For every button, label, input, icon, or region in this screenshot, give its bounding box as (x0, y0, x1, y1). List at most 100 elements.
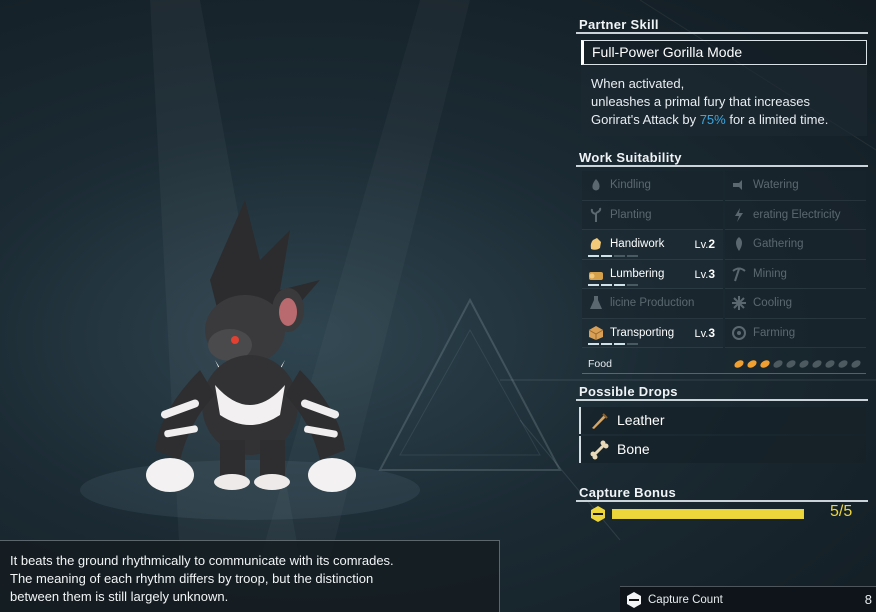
work-cell-planting[interactable]: Planting (582, 200, 723, 230)
skill-desc-line-3: Gorirat's Attack by 75% for a limited ti… (591, 111, 867, 129)
capture-bonus-heading: Capture Bonus (576, 484, 868, 502)
hand-icon (588, 236, 604, 252)
work-cell-mining[interactable]: Mining (725, 259, 866, 289)
capture-count-row: Capture Count 8 (620, 586, 876, 612)
level-pip (627, 343, 638, 345)
work-level: Lv.3 (694, 326, 715, 340)
capture-count-icon (627, 592, 641, 608)
food-filled-icon (746, 357, 758, 369)
work-level: Lv.3 (694, 267, 715, 281)
farm-icon (731, 325, 747, 341)
work-suitability-grid: Kindling Watering Planting erating Electric… (582, 171, 866, 348)
work-cell-gathering[interactable]: Gathering (725, 230, 866, 260)
work-cell-watering[interactable]: Watering (725, 171, 866, 201)
capture-bonus-fill (613, 510, 803, 518)
description-line-3: between them is still largely unknown. (10, 589, 229, 604)
work-label: Handiwork (610, 238, 665, 251)
leather-icon (592, 413, 608, 429)
work-label: licine Production (610, 297, 695, 310)
work-cell-cooling[interactable]: Cooling (725, 289, 866, 319)
capture-count-value: 8 (864, 592, 872, 607)
level-prefix: Lv. (694, 268, 709, 281)
level-number: 3 (708, 325, 715, 340)
level-pip (601, 254, 612, 257)
work-label: Cooling (753, 297, 792, 310)
work-cell-transporting[interactable]: Transporting Lv.3 (582, 318, 723, 348)
leaf-icon (731, 236, 747, 252)
partner-skill-name: Full-Power Gorilla Mode (581, 40, 867, 65)
work-level-bar (588, 284, 638, 286)
work-suitability-heading: Work Suitability (576, 149, 868, 167)
food-filled-icon (733, 357, 745, 369)
description-line-2: The meaning of each rhythm differs by tr… (10, 571, 374, 586)
food-empty-icon (850, 357, 862, 369)
work-cell-handiwork[interactable]: Handiwork Lv.2 (582, 230, 723, 260)
log-icon (588, 266, 604, 282)
sprout-icon (588, 207, 604, 223)
work-level-bar (588, 343, 638, 345)
level-pip (588, 284, 599, 286)
level-pip (614, 254, 625, 257)
work-cell-farming[interactable]: Farming (725, 318, 866, 348)
capture-bonus-bar (612, 509, 804, 519)
food-empty-icon (798, 357, 810, 369)
partner-skill-heading: Partner Skill (576, 16, 868, 34)
skill-desc-line-3a: Gorirat's Attack by (591, 112, 700, 127)
level-pip (601, 343, 612, 345)
level-prefix: Lv. (694, 239, 709, 252)
description-line-1: It beats the ground rhythmically to comm… (10, 553, 394, 568)
water-icon (731, 177, 747, 193)
level-pip (601, 284, 612, 286)
work-level: Lv.2 (694, 237, 715, 251)
food-row: Food (582, 354, 866, 374)
level-number: 2 (708, 237, 715, 252)
work-cell-erating-electricity[interactable]: erating Electricity (725, 200, 866, 230)
bone-icon (590, 440, 609, 460)
food-empty-icon (837, 357, 849, 369)
skill-desc-line-3b: for a limited time. (725, 112, 829, 127)
gorirat-creature-image (146, 200, 356, 492)
drop-item-leather[interactable]: Leather (579, 407, 866, 434)
snowflake-icon (731, 295, 747, 311)
work-label: Lumbering (610, 267, 665, 280)
pickaxe-icon (731, 266, 747, 282)
food-empty-icon (785, 357, 797, 369)
drop-label: Leather (617, 412, 665, 428)
box-icon (588, 325, 604, 341)
food-empty-icon (772, 357, 784, 369)
capture-count-label: Capture Count (648, 594, 723, 606)
level-pip (627, 284, 638, 286)
food-empty-icon (811, 357, 823, 369)
work-label: Kindling (610, 179, 651, 192)
capture-bonus-value: 5/5 (830, 503, 853, 520)
skill-desc-line-1: When activated, (591, 76, 685, 91)
work-label: Transporting (610, 326, 675, 339)
pal-description-box: It beats the ground rhythmically to comm… (0, 540, 500, 612)
food-empty-icon (824, 357, 836, 369)
work-label: Mining (753, 267, 787, 280)
level-pip (627, 254, 638, 257)
work-label: erating Electricity (753, 208, 841, 221)
drop-item-bone[interactable]: Bone (579, 436, 866, 463)
electricity-icon (731, 207, 747, 223)
work-label: Planting (610, 208, 652, 221)
work-level-bar (588, 254, 638, 257)
flask-icon (588, 295, 604, 311)
capture-sphere-icon (591, 506, 605, 522)
level-pip (588, 343, 599, 345)
level-prefix: Lv. (694, 327, 709, 340)
level-pip (614, 343, 625, 345)
work-cell-lumbering[interactable]: Lumbering Lv.3 (582, 259, 723, 289)
flame-icon (588, 177, 604, 193)
possible-drops-heading: Possible Drops (576, 383, 868, 401)
level-pip (614, 284, 625, 286)
work-label: Watering (753, 179, 799, 192)
level-pip (588, 254, 599, 257)
food-meter (733, 357, 862, 369)
work-label: Farming (753, 326, 796, 339)
food-filled-icon (759, 357, 771, 369)
work-cell-kindling[interactable]: Kindling (582, 171, 723, 201)
work-label: Gathering (753, 238, 804, 251)
work-cell-licine-production[interactable]: licine Production (582, 289, 723, 319)
drop-label: Bone (617, 441, 650, 457)
